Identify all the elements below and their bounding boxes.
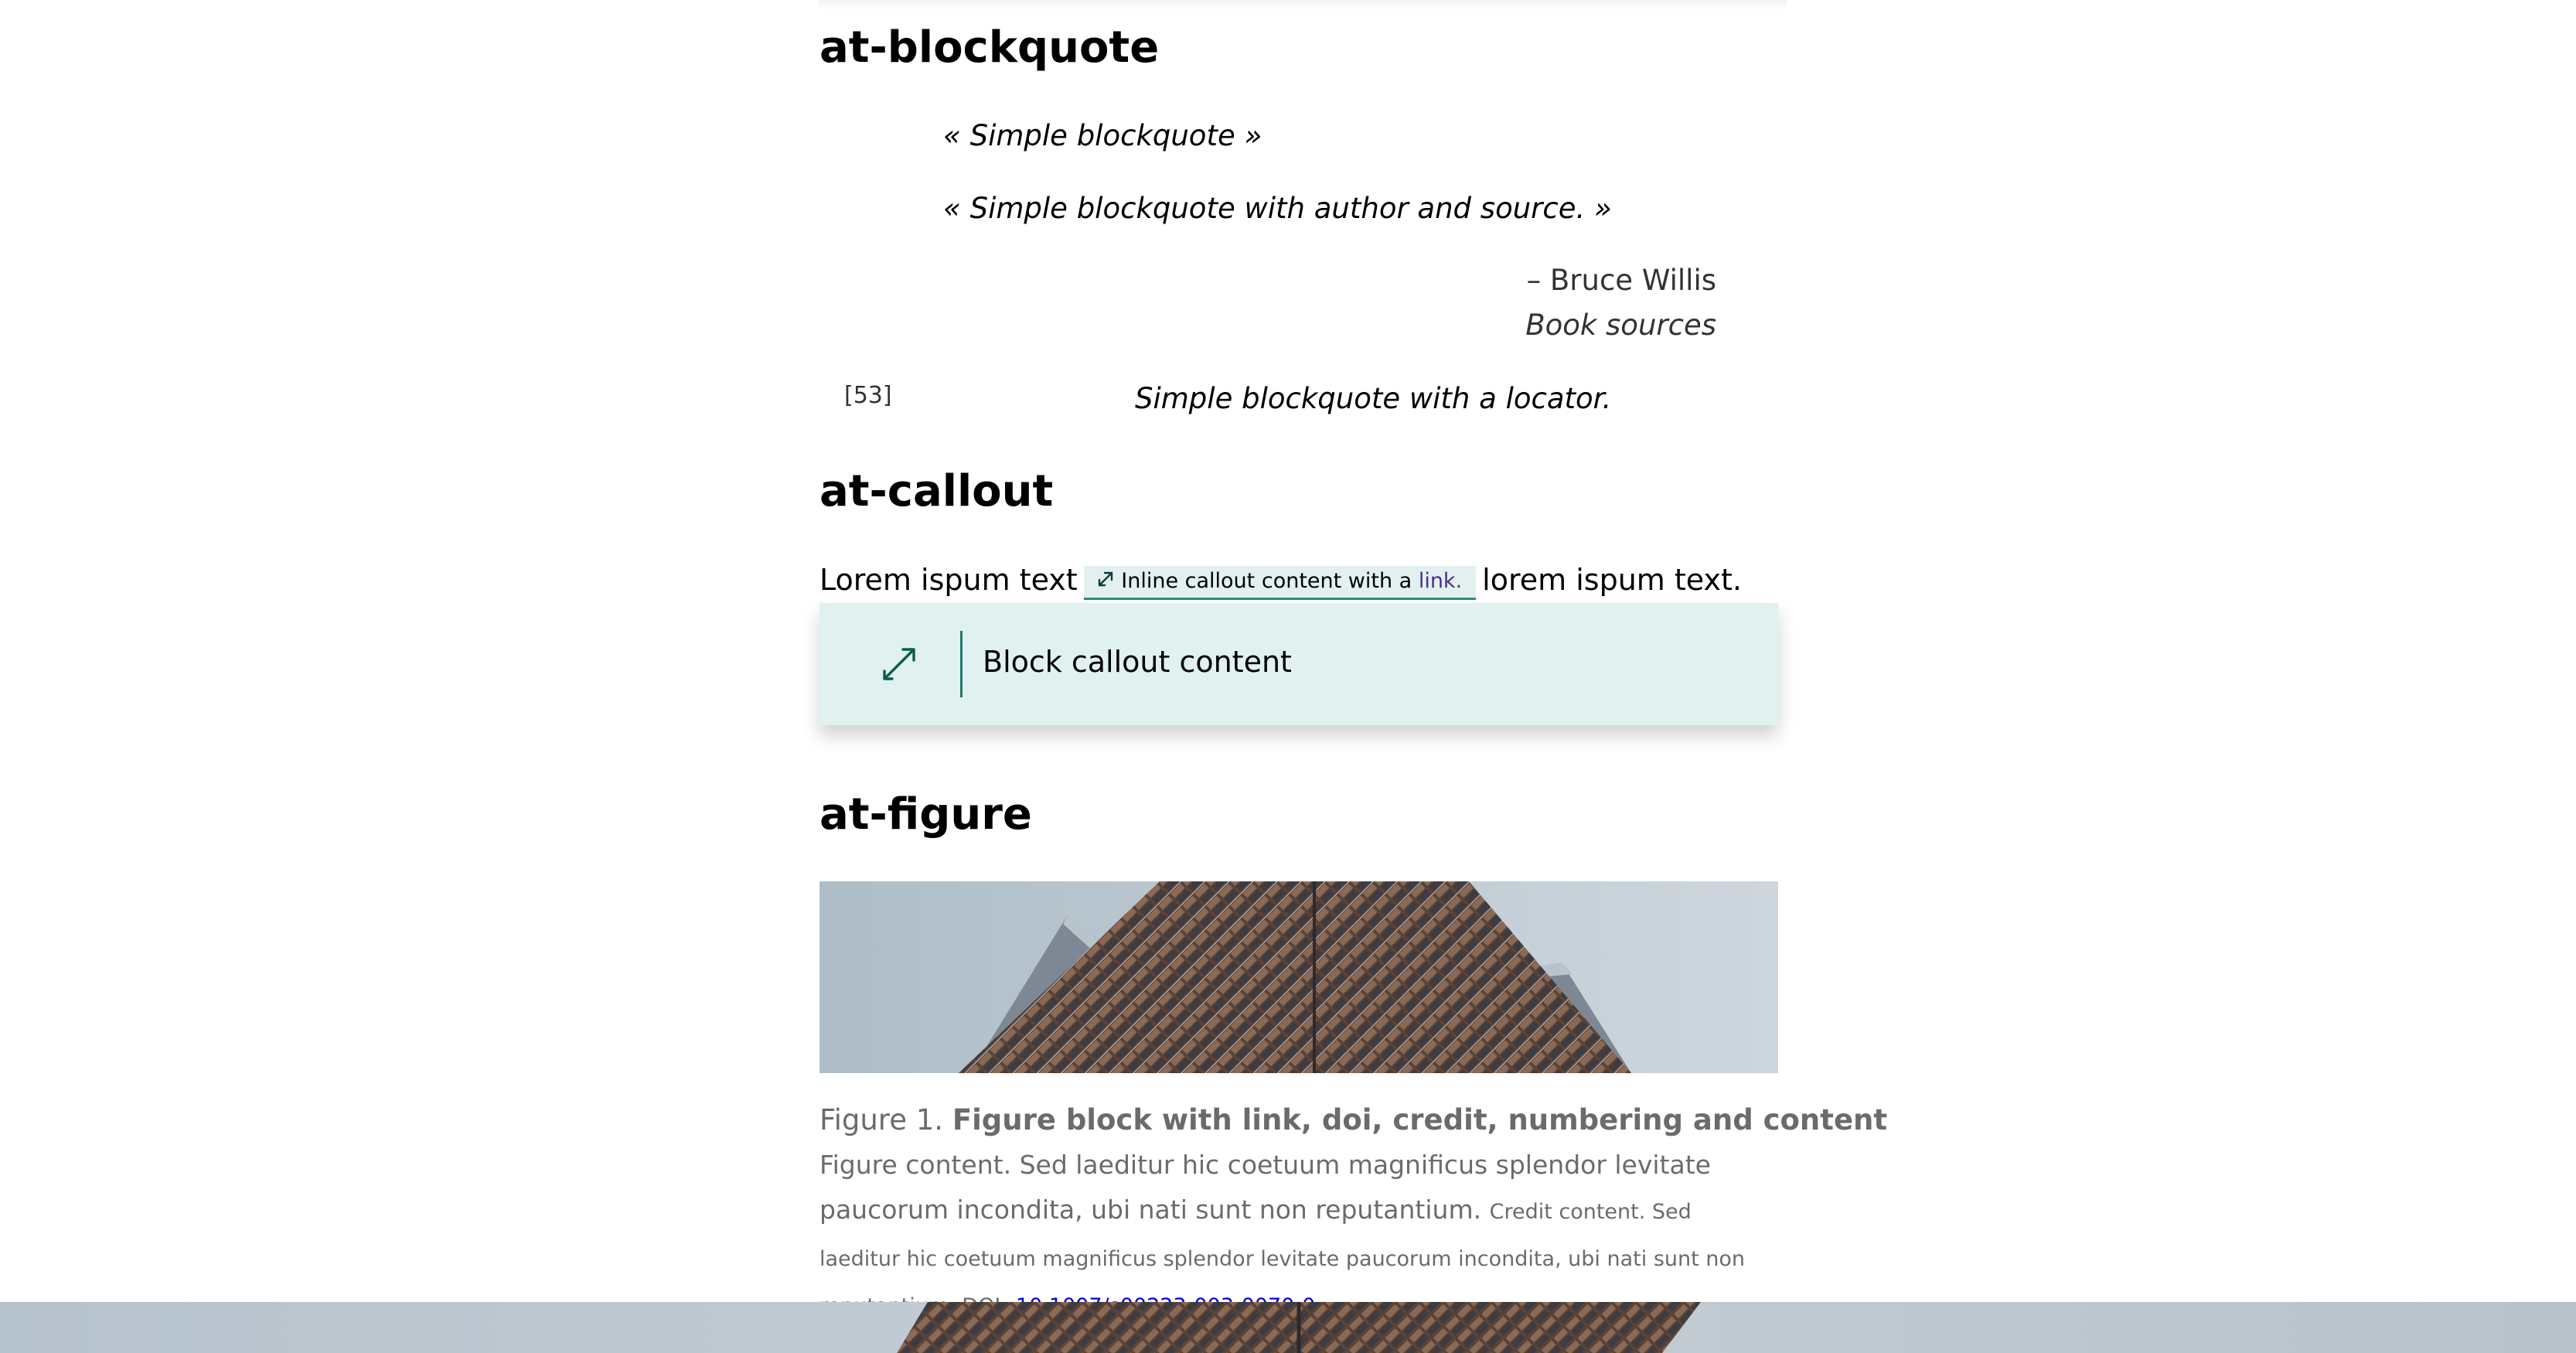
blockquote-source: Book sources <box>1525 308 1716 342</box>
figure-caption: Figure 1. Figure block with link, doi, c… <box>819 1098 1887 1329</box>
page: at-blockquote « Simple blockquote » « Si… <box>0 0 2576 1353</box>
figure-number: Figure 1. <box>819 1103 944 1137</box>
top-fade <box>819 0 1787 11</box>
expand-arrow-icon <box>1096 567 1115 598</box>
paragraph-text-before: Lorem ispum text <box>819 563 1078 597</box>
blockquote-attribution: – Bruce Willis Book sources <box>1525 258 1716 348</box>
full-width-figure-image <box>0 1302 2576 1353</box>
figure-body: Figure content. Sed laeditur hic coetuum… <box>819 1143 1778 1329</box>
figure-image <box>819 881 1778 1073</box>
paragraph-text-after: lorem ispum text. <box>1482 563 1742 597</box>
blockquote-heading: at-blockquote <box>819 22 1160 73</box>
figure-title: Figure block with link, doi, credit, num… <box>952 1103 1888 1137</box>
block-callout-text: Block callout content <box>983 645 1292 679</box>
inline-callout: Inline callout content with a link. <box>1083 566 1477 600</box>
blockquote-locator: [53] <box>844 382 892 409</box>
callout-divider <box>960 631 963 697</box>
callout-paragraph: Lorem ispum text Inline callout content … <box>819 561 1742 600</box>
figure-heading: at-figure <box>819 789 1032 840</box>
expand-arrow-icon <box>880 645 918 687</box>
figure-title-line: Figure 1. Figure block with link, doi, c… <box>819 1098 1887 1143</box>
simple-blockquote: « Simple blockquote » <box>943 119 1262 152</box>
blockquote-with-locator: Simple blockquote with a locator. <box>1135 382 1612 415</box>
inline-callout-link[interactable]: link. <box>1419 569 1462 593</box>
callout-heading: at-callout <box>819 466 1054 516</box>
blockquote-author: – Bruce Willis <box>1526 264 1716 297</box>
block-callout: Block callout content <box>819 603 1778 725</box>
blockquote-with-author: « Simple blockquote with author and sour… <box>943 192 1612 225</box>
inline-callout-text: Inline callout content with a <box>1121 569 1412 593</box>
